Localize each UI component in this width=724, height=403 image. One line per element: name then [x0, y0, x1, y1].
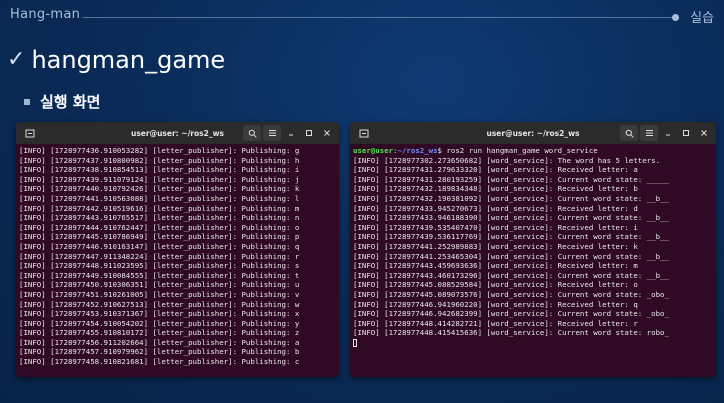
- terminal-line: [INFO] [1728977441.253465304] [word_serv…: [353, 251, 669, 261]
- maximize-icon: [306, 130, 312, 136]
- terminal-prompt: user@user: ~/ros2_ws $ ros2 run hangman_ga…: [353, 146, 713, 156]
- terminal-line: [INFO] [1728977436.910053282] [letter_pu…: [19, 146, 300, 155]
- maximize-icon: [683, 130, 689, 136]
- terminal-line: [INFO] [1728977445.088529584] [word_serv…: [353, 280, 638, 290]
- square-bullet-icon: [24, 98, 30, 105]
- prompt-command: $ ros2 run hangman_game word_service: [437, 146, 598, 155]
- prompt-user: user@user: [353, 146, 394, 155]
- search-button[interactable]: [620, 125, 638, 141]
- header-divider-dot: [672, 14, 679, 21]
- terminal-cursor-line: [353, 338, 713, 348]
- terminal-line: [INFO] [1728977447.911348224] [letter_pu…: [19, 251, 300, 261]
- minimize-button[interactable]: [283, 125, 299, 141]
- text-cursor: [353, 338, 357, 347]
- terminal-line: [INFO] [1728977443.460173296] [word_serv…: [353, 270, 669, 280]
- hamburger-menu-icon: [268, 130, 276, 136]
- terminal-line: [INFO] [1728977451.910261005] [letter_pu…: [19, 289, 300, 299]
- close-button[interactable]: [319, 125, 335, 141]
- hamburger-menu-icon: [645, 130, 653, 136]
- terminal-titlebar[interactable]: user@user: ~/ros2_ws: [350, 122, 716, 144]
- subheading-text: 실행 화면: [40, 93, 101, 111]
- minimize-icon: [666, 134, 670, 136]
- new-tab-icon: [359, 129, 369, 137]
- terminal-line: [INFO] [1728977439.535407470] [word_serv…: [353, 222, 638, 232]
- terminal-line: [INFO] [1728977445.910786949] [letter_pu…: [19, 232, 300, 242]
- terminal-line: [INFO] [1728977432.190381092] [word_serv…: [353, 193, 669, 203]
- close-icon: [701, 130, 707, 136]
- terminal-line: [INFO] [1728977439.911079124] [letter_pu…: [19, 174, 300, 184]
- terminal-line: [INFO] [1728977431.279633320] [word_serv…: [353, 165, 638, 175]
- terminal-line: [INFO] [1728977445.089073576] [word_serv…: [353, 289, 669, 299]
- terminal-line: [INFO] [1728977450.910306351] [letter_pu…: [19, 280, 300, 290]
- terminal-line: [INFO] [1728977452.910627513] [letter_pu…: [19, 299, 300, 309]
- terminal-line: [INFO] [1728977443.459693636] [word_serv…: [353, 261, 638, 271]
- terminal-line: [INFO] [1728977458.910821681] [letter_pu…: [19, 357, 300, 367]
- search-icon: [248, 129, 257, 138]
- new-tab-icon: [25, 129, 35, 137]
- terminal-window-publisher[interactable]: user@user: ~/ros2_ws [INFO] [1728977436.…: [16, 122, 339, 377]
- terminal-line: [INFO] [1728977433.946188390] [word_serv…: [353, 213, 669, 223]
- maximize-button[interactable]: [678, 125, 694, 141]
- header-divider: [83, 17, 676, 18]
- terminal-line: [INFO] [1728977443.910765517] [letter_pu…: [19, 213, 300, 223]
- terminal-line: [INFO] [1728977449.910084555] [letter_pu…: [19, 270, 300, 280]
- terminal-line: [INFO] [1728977446.941960220] [word_serv…: [353, 299, 638, 309]
- terminal-line: [INFO] [1728977454.910054202] [letter_pu…: [19, 318, 300, 328]
- terminal-line: [INFO] [1728977442.910519616] [letter_pu…: [19, 203, 300, 213]
- minimize-button[interactable]: [660, 125, 676, 141]
- terminal-line: [INFO] [1728977431.280193259] [word_serv…: [353, 174, 669, 184]
- terminal-line: [INFO] [1728977456.911202664] [letter_pu…: [19, 337, 300, 347]
- menu-button[interactable]: [263, 125, 281, 141]
- new-tab-button[interactable]: [21, 125, 39, 141]
- terminal-line: [INFO] [1728977441.910563088] [letter_pu…: [19, 193, 300, 203]
- maximize-button[interactable]: [301, 125, 317, 141]
- terminal-line: [INFO] [1728977444.910762447] [letter_pu…: [19, 222, 300, 232]
- terminal-line: [INFO] [1728977438.910854513] [letter_pu…: [19, 165, 300, 175]
- terminal-line: [INFO] [1728977457.910979962] [letter_pu…: [19, 347, 300, 357]
- terminal-line: [INFO] [1728977448.414282721] [word_serv…: [353, 318, 638, 328]
- terminal-line: [INFO] [1728977455.910810172] [letter_pu…: [19, 328, 300, 338]
- terminal-line: [INFO] [1728977432.189834348] [word_serv…: [353, 184, 638, 194]
- terminal-line: [INFO] [1728977437.910800982] [letter_pu…: [19, 155, 300, 165]
- terminal-line: [INFO] [1728977453.910371367] [letter_pu…: [19, 309, 300, 319]
- slide-header-label: 실습: [690, 11, 714, 26]
- terminal-line: [INFO] [1728977441.252989883] [word_serv…: [353, 241, 638, 251]
- slide-subheading: 실행 화면: [24, 91, 100, 112]
- terminal-window-service[interactable]: user@user: ~/ros2_ws user@user: ~/ros2_…: [350, 122, 716, 377]
- terminal-line: [INFO] [1728977440.910792426] [letter_pu…: [19, 184, 300, 194]
- new-tab-button[interactable]: [355, 125, 373, 141]
- heading-text: hangman_game: [31, 46, 226, 74]
- terminal-line: [INFO] [1728977439.536117769] [word_serv…: [353, 232, 669, 242]
- checkmark-icon: ✓: [7, 47, 26, 72]
- minimize-icon: [289, 134, 293, 136]
- slide-header-title: Hang-man: [10, 7, 81, 22]
- terminal-line: [INFO] [1728977448.911023595] [letter_pu…: [19, 261, 300, 271]
- terminal-line: [INFO] [1728977446.942682399] [word_serv…: [353, 309, 669, 319]
- search-icon: [625, 129, 634, 138]
- terminal-output[interactable]: [INFO] [1728977436.910053282] [letter_pu…: [16, 144, 339, 377]
- slide-heading: ✓ hangman_game: [7, 46, 225, 74]
- close-button[interactable]: [696, 125, 712, 141]
- terminal-titlebar[interactable]: user@user: ~/ros2_ws: [16, 122, 339, 144]
- terminal-line: [INFO] [1728977446.910163147] [letter_pu…: [19, 241, 300, 251]
- terminal-line: [INFO] [1728977433.945270673] [word_serv…: [353, 203, 638, 213]
- terminal-output[interactable]: user@user: ~/ros2_ws $ ros2 run hangman_ga…: [350, 144, 716, 377]
- search-button[interactable]: [243, 125, 261, 141]
- terminal-line: [INFO] [1728977302.273650682] [word_serv…: [353, 155, 661, 165]
- prompt-path: ~/ros2_ws: [397, 146, 438, 155]
- close-icon: [324, 130, 330, 136]
- terminal-line: [INFO] [1728977448.415415636] [word_serv…: [353, 328, 669, 338]
- menu-button[interactable]: [640, 125, 658, 141]
